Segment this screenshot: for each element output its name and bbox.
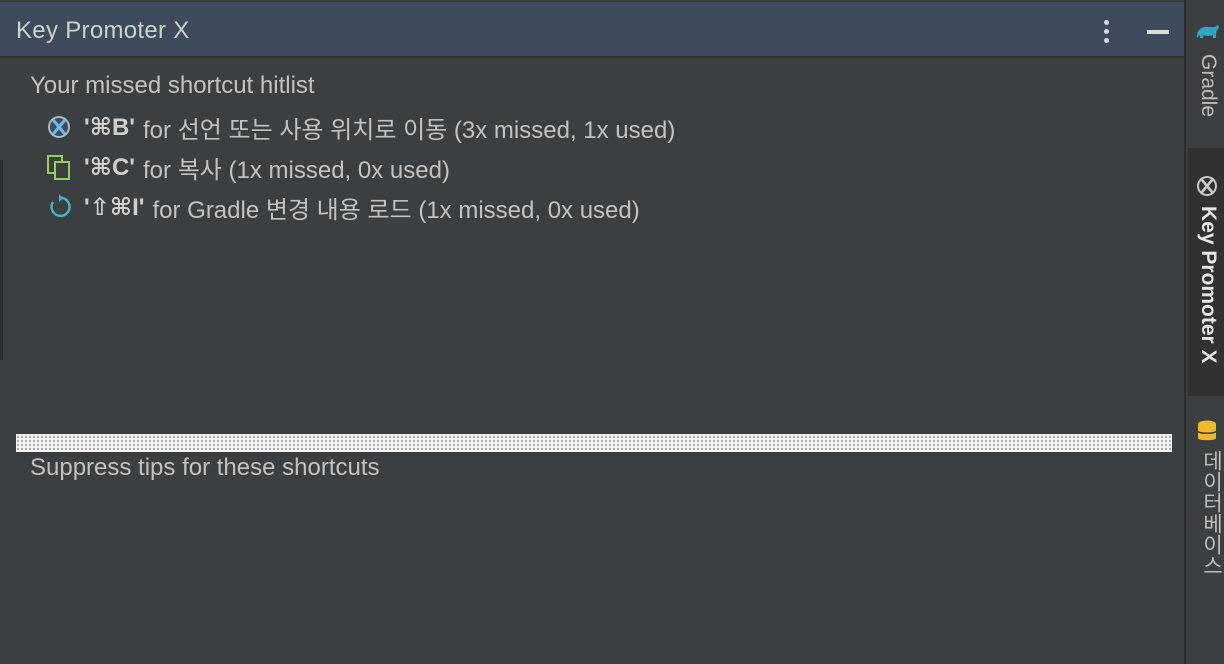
tool-window-header: Key Promoter X: [0, 2, 1184, 58]
tab-database-label: 데이터베이스: [1200, 450, 1223, 576]
declaration-icon: [46, 114, 72, 140]
hitlist-item-declaration[interactable]: '⌘B' for 선언 또는 사용 위치로 이동 (3x missed, 1x …: [46, 112, 676, 144]
shortcut-key: '⌘B': [84, 113, 136, 141]
tab-gradle[interactable]: Gradle: [1188, 14, 1224, 144]
hitlist-item-gradle-reload[interactable]: '⇧⌘I' for Gradle 변경 내용 로드 (1x missed, 0x…: [46, 192, 640, 224]
tool-window-title: Key Promoter X: [16, 17, 190, 44]
suppress-heading: Suppress tips for these shortcuts: [30, 454, 380, 481]
hitlist-item-text: for 복사 (1x missed, 0x used): [143, 156, 450, 184]
copy-icon: [46, 154, 72, 180]
key-promoter-icon: [1195, 174, 1219, 203]
left-edge-border: [0, 160, 3, 360]
shortcut-key: '⌘C': [84, 153, 136, 181]
hitlist-item-copy[interactable]: '⌘C' for 복사 (1x missed, 0x used): [46, 152, 450, 184]
tab-database[interactable]: 데이터베이스: [1188, 410, 1224, 590]
panel-splitter[interactable]: [16, 434, 1172, 452]
right-tool-stripe: Gradle Key Promoter X 데이터베이스: [1184, 0, 1224, 664]
database-icon: [1197, 420, 1217, 447]
gradle-elephant-icon: [1194, 22, 1220, 49]
hitlist-item-text: for 선언 또는 사용 위치로 이동 (3x missed, 1x used): [143, 116, 676, 144]
tab-key-promoter[interactable]: Key Promoter X: [1188, 148, 1224, 396]
key-promoter-panel: Key Promoter X Your missed shortcut hitl…: [0, 0, 1184, 664]
tab-gradle-label: Gradle: [1197, 54, 1220, 118]
hitlist-item-text: for Gradle 변경 내용 로드 (1x missed, 0x used): [152, 196, 640, 224]
reload-icon: [46, 194, 72, 220]
more-options-icon[interactable]: [1096, 18, 1116, 46]
tab-key-promoter-label: Key Promoter X: [1197, 206, 1220, 364]
minimize-icon[interactable]: [1144, 20, 1172, 42]
shortcut-key: '⇧⌘I': [84, 193, 145, 221]
hitlist-heading: Your missed shortcut hitlist: [30, 72, 315, 99]
